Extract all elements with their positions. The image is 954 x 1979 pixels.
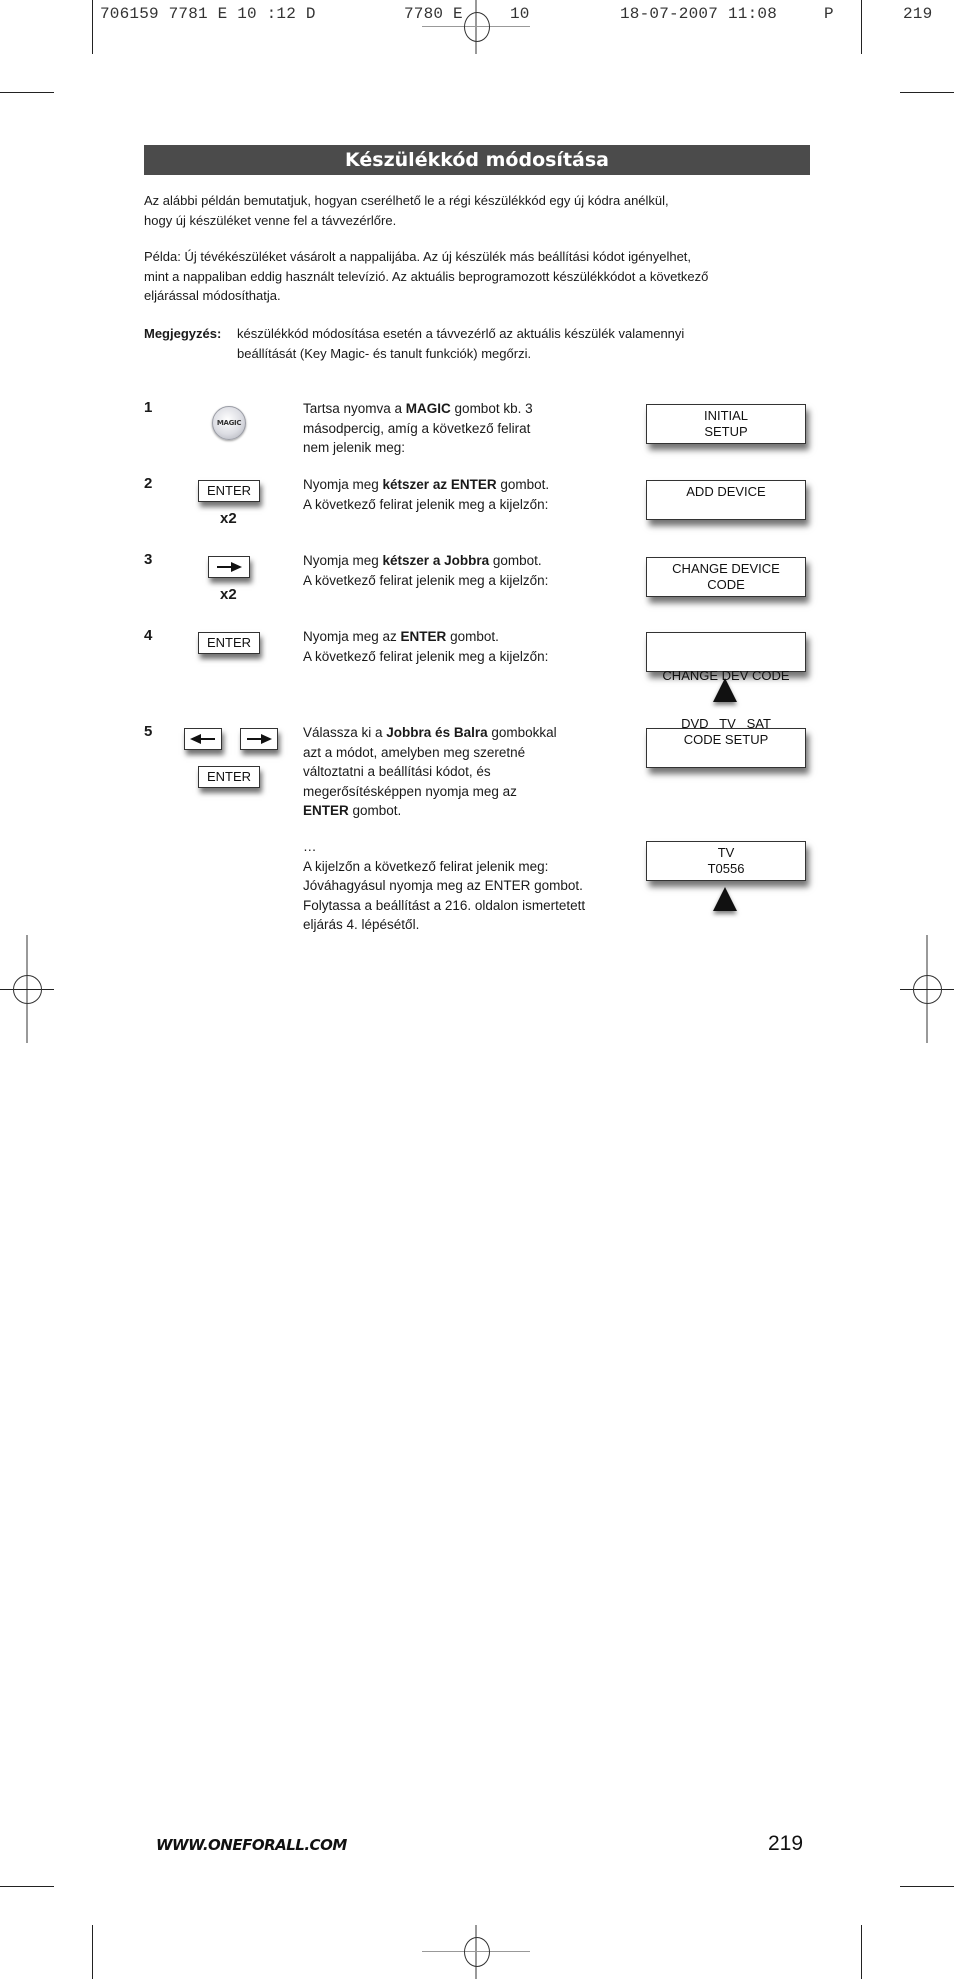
right-arrow-key-icon — [208, 556, 250, 578]
display-line: CODE SETUP — [683, 732, 769, 747]
enter-key-icon: ENTER — [198, 766, 260, 788]
print-date: 18-07-2007 — [620, 5, 719, 23]
print-job-id: 706159 7781 E 10 :12 D — [100, 5, 316, 23]
step-number: 1 — [144, 399, 153, 416]
enter-key-icon: ENTER — [198, 632, 260, 654]
step-number: 5 — [144, 723, 153, 740]
example-paragraph: Példa: Új tévékészüléket vásárolt a napp… — [144, 247, 708, 306]
crop-mark — [900, 92, 954, 93]
footer-website-link[interactable]: WWW.ONEFORALL.COM — [156, 1836, 347, 1854]
lcd-display: CHANGE DEVICE CODE — [646, 557, 806, 597]
display-line: SETUP — [704, 424, 748, 439]
note-line: beállítását (Key Magic- és tanult funkci… — [237, 345, 532, 361]
lcd-display: INITIAL SETUP — [646, 404, 806, 444]
display-line: CODE — [707, 577, 745, 592]
repeat-count: x2 — [220, 510, 237, 527]
crop-mark — [92, 1925, 93, 1979]
display-line: CHANGE DEVICE — [672, 561, 780, 576]
display-line: T0556 — [707, 861, 745, 876]
print-plate: P — [824, 5, 834, 23]
intro-line: Az alábbi példán bemutatjuk, hogyan cser… — [144, 193, 669, 208]
crop-mark — [861, 0, 862, 54]
print-file-id: 7780 E — [404, 5, 463, 23]
step-instruction: Tartsa nyomva a MAGIC gombot kb. 3 másod… — [303, 401, 533, 455]
selection-pointer-icon — [713, 678, 737, 702]
page-title: Készülékkód módosítása — [144, 145, 810, 175]
intro-line: hogy új készüléket venne fel a távvezérl… — [144, 212, 397, 228]
step-instruction: Válassza ki a Jobbra és Balra gombokkal … — [303, 725, 557, 818]
right-arrow-key-icon — [240, 728, 278, 750]
note-text: készülékkód módosítása esetén a távvezér… — [237, 324, 797, 363]
magic-button-icon: MAGIC — [212, 406, 246, 440]
crop-mark — [0, 92, 54, 93]
lcd-display: ADD DEVICE — [646, 480, 806, 520]
step-number: 2 — [144, 475, 153, 492]
intro-paragraph: Az alábbi példán bemutatjuk, hogyan cser… — [144, 191, 669, 230]
crop-mark — [0, 1886, 54, 1887]
enter-key-icon: ENTER — [198, 480, 260, 502]
continuation-text: … A kijelzőn a következő felirat jelenik… — [303, 839, 586, 932]
display-line: INITIAL — [703, 408, 749, 423]
page-number: 219 — [768, 1832, 804, 1855]
crop-mark — [92, 0, 93, 54]
note: Megjegyzés: készülékkód módosítása eseté… — [144, 324, 824, 364]
print-page: 219 — [903, 5, 933, 23]
print-time: 11:08 — [728, 5, 778, 23]
crop-mark — [900, 1886, 954, 1887]
print-page-ref: 10 — [510, 5, 530, 23]
lcd-display: CHANGE DEV CODE DVD TV SAT — [646, 632, 806, 731]
step-instruction: Nyomja meg kétszer a Jobbra gombot. A kö… — [303, 553, 549, 588]
display-line: TV — [717, 845, 735, 860]
example-line: eljárással módosíthatja. — [144, 288, 281, 303]
lcd-display: CODE SETUP — [646, 728, 806, 768]
note-label: Megjegyzés: — [144, 326, 222, 341]
step-instruction: Nyomja meg kétszer az ENTER gombot. A kö… — [303, 477, 550, 512]
left-arrow-key-icon — [184, 728, 222, 750]
crop-mark — [861, 1925, 862, 1979]
lcd-display: TV T0556 — [646, 841, 806, 881]
display-line: ADD DEVICE — [686, 484, 766, 499]
example-line: mint a nappaliban eddig használt televíz… — [144, 268, 709, 284]
note-line: készülékkód módosítása esetén a távvezér… — [237, 326, 685, 341]
selection-pointer-icon — [713, 887, 737, 911]
example-line: Példa: Új tévékészüléket vásárolt a napp… — [144, 249, 692, 264]
step-number: 3 — [144, 551, 153, 568]
step-number: 4 — [144, 627, 153, 644]
step-instruction: Nyomja meg az ENTER gombot. A következő … — [303, 629, 549, 664]
repeat-count: x2 — [220, 586, 237, 603]
